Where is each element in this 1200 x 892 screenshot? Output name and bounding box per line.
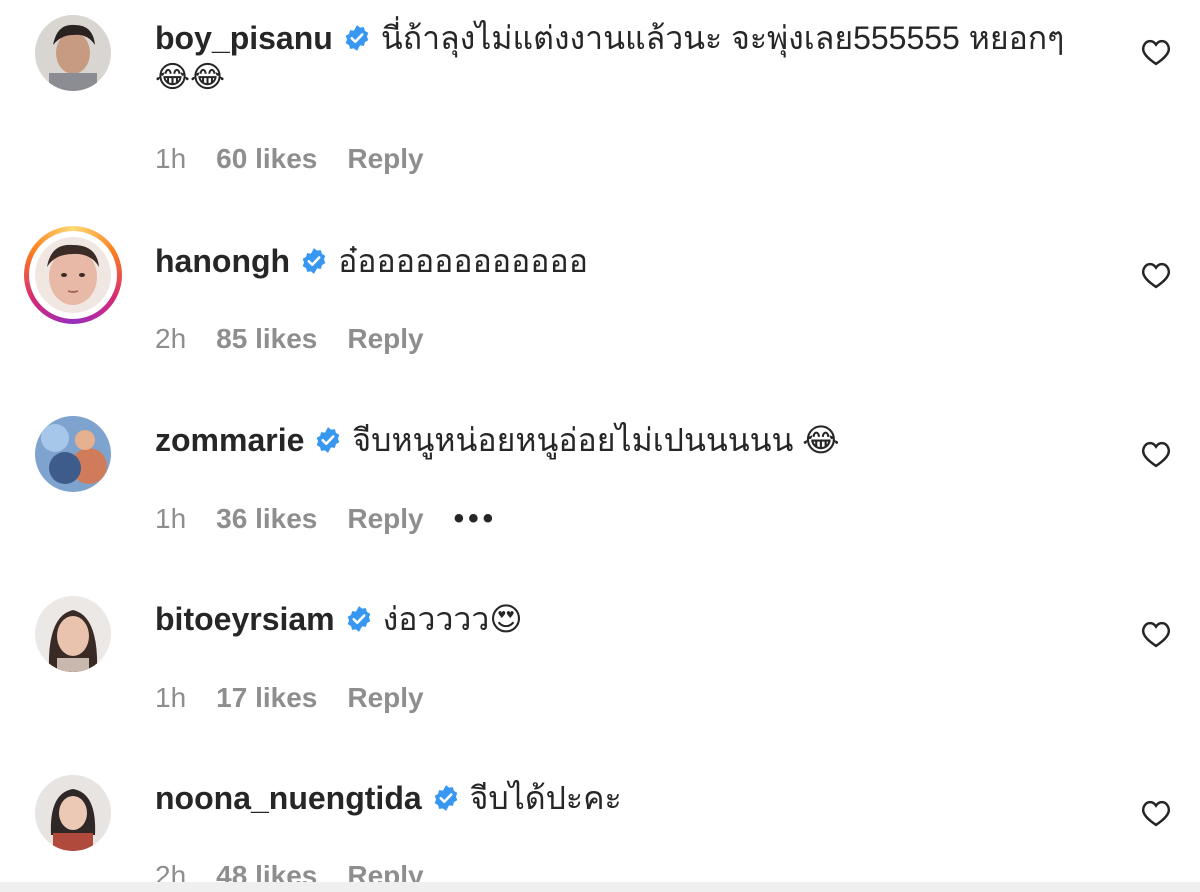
avatar[interactable] <box>35 237 111 313</box>
likes-count[interactable]: 85 likes <box>216 323 317 355</box>
avatar[interactable] <box>35 416 111 492</box>
more-options-icon[interactable]: ••• <box>454 502 498 536</box>
likes-count[interactable]: 17 likes <box>216 682 317 714</box>
timestamp: 1h <box>155 682 187 713</box>
comment-line: noona_nuengtida จีบได้ปะคะ <box>155 778 622 818</box>
heart-outline-icon[interactable] <box>1141 261 1171 289</box>
comment-meta: 2h 85 likes Reply <box>155 323 454 355</box>
heart-outline-icon[interactable] <box>1141 620 1171 648</box>
heart-outline-icon[interactable] <box>1141 38 1171 66</box>
comment-text: อ๋ออออออออออออ <box>338 243 588 279</box>
avatar-image <box>35 596 111 672</box>
comment-text-continued: 😂😂 <box>155 61 226 94</box>
comment-item: boy_pisanu นี่ถ้าลุงไม่แต่งงานแล้วนะ จะพ… <box>0 0 1200 180</box>
avatar-image <box>35 237 111 313</box>
comment-text: นี่ถ้าลุงไม่แต่งงานแล้วนะ จะพุ่งเลย55555… <box>380 20 1065 56</box>
comment-line: hanongh อ๋ออออออออออออ <box>155 241 588 281</box>
comment-meta: 1h 60 likes Reply <box>155 143 454 175</box>
comment-item: hanongh อ๋ออออออออออออ 2h 85 likes Reply <box>0 180 1200 360</box>
avatar-image <box>35 775 111 851</box>
verified-badge-icon <box>434 785 457 811</box>
comment-item: zommarie จีบหนูหน่อยหนูอ่อยไม่เปนนนนน 😂 … <box>0 360 1200 540</box>
likes-count[interactable]: 36 likes <box>216 503 317 535</box>
heart-outline-icon[interactable] <box>1141 440 1171 468</box>
comment-line: zommarie จีบหนูหน่อยหนูอ่อยไม่เปนนนนน 😂 <box>155 420 840 460</box>
reply-button[interactable]: Reply <box>347 323 423 355</box>
comment-item: bitoeyrsiam ง่อวววว😍 1h 17 likes Reply <box>0 540 1200 720</box>
likes-count[interactable]: 60 likes <box>216 143 317 175</box>
verified-badge-icon <box>317 427 340 453</box>
username[interactable]: hanongh <box>155 241 290 281</box>
avatar-image <box>35 15 111 91</box>
timestamp: 1h <box>155 143 187 174</box>
username[interactable]: bitoeyrsiam <box>155 599 335 639</box>
comment-meta: 1h 17 likes Reply <box>155 682 454 714</box>
reply-button[interactable]: Reply <box>347 143 423 175</box>
timestamp: 2h <box>155 860 187 882</box>
reply-button[interactable]: Reply <box>347 682 423 714</box>
avatar-image <box>35 416 111 492</box>
comment-text: จีบหนูหน่อยหนูอ่อยไม่เปนนนนน 😂 <box>352 422 840 458</box>
comment-text: จีบได้ปะคะ <box>469 780 622 816</box>
comment-line: bitoeyrsiam ง่อวววว😍 <box>155 599 523 639</box>
comment-text: ง่อวววว😍 <box>382 601 523 637</box>
likes-count[interactable]: 48 likes <box>216 860 317 882</box>
bottom-divider <box>0 882 1200 892</box>
timestamp: 2h <box>155 323 187 354</box>
comment-line: boy_pisanu นี่ถ้าลุงไม่แต่งงานแล้วนะ จะพ… <box>155 18 1064 58</box>
comment-item: noona_nuengtida จีบได้ปะคะ 2h 48 likes R… <box>0 720 1200 882</box>
avatar[interactable] <box>35 775 111 851</box>
username[interactable]: noona_nuengtida <box>155 778 422 818</box>
verified-badge-icon <box>347 606 370 632</box>
reply-button[interactable]: Reply <box>347 503 423 535</box>
comment-meta: 2h 48 likes Reply <box>155 860 454 882</box>
reply-button[interactable]: Reply <box>347 860 423 882</box>
username[interactable]: boy_pisanu <box>155 18 333 58</box>
comment-meta: 1h 36 likes Reply ••• <box>155 502 527 536</box>
username[interactable]: zommarie <box>155 420 304 460</box>
heart-outline-icon[interactable] <box>1141 799 1171 827</box>
avatar[interactable] <box>35 596 111 672</box>
verified-badge-icon <box>302 248 326 274</box>
avatar[interactable] <box>35 15 111 91</box>
timestamp: 1h <box>155 503 187 534</box>
verified-badge-icon <box>345 25 369 51</box>
